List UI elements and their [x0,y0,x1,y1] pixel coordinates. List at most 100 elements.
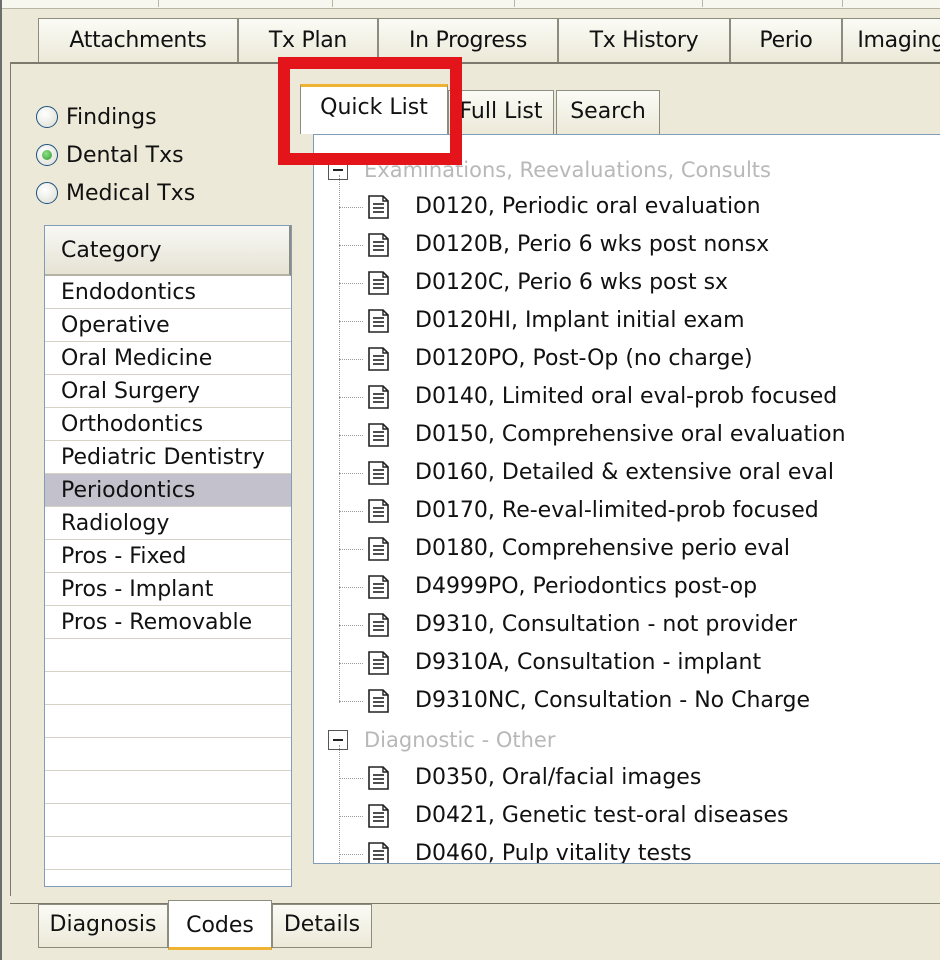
tree-item[interactable]: D9310NC, Consultation - No Charge [339,682,939,720]
tab-diagnosis[interactable]: Diagnosis [38,904,168,948]
tree-item[interactable]: D9310A, Consultation - implant [339,644,939,682]
top-tab-bar: Attachments Tx Plan In Progress Tx Histo… [20,18,940,62]
category-list[interactable]: Category Endodontics Operative Oral Medi… [44,225,292,887]
tree-connector [339,854,363,855]
empty-row [45,705,291,738]
tree-item[interactable]: D0150, Comprehensive oral evaluation [339,416,939,454]
tree-connector [339,625,363,626]
tab-search[interactable]: Search [556,90,660,134]
document-icon [365,841,391,863]
tree-item[interactable]: D0120B, Perio 6 wks post nonsx [339,226,939,264]
radio-circle-icon [36,106,58,128]
tree-item-label: D0120HI, Implant initial exam [415,308,745,333]
category-item-pros-implant[interactable]: Pros - Implant [45,573,291,606]
radio-label: Medical Txs [66,180,196,206]
category-header[interactable]: Category [45,226,291,276]
tree-item-label: D0120C, Perio 6 wks post sx [415,270,729,295]
tree-item-label: D0180, Comprehensive perio eval [415,536,791,561]
tree-item-label: D0120, Periodic oral evaluation [415,194,761,219]
empty-row [45,738,291,771]
tree-item-label: D4999PO, Periodontics post-op [415,574,758,599]
document-icon [365,346,391,372]
empty-row [45,771,291,804]
tree-item[interactable]: D0460, Pulp vitality tests [339,835,939,864]
tree-item[interactable]: D0350, Oral/facial images [339,759,939,797]
radio-findings[interactable]: Findings [36,100,157,134]
tree-item-label: D0120B, Perio 6 wks post nonsx [415,232,770,257]
tree-item-label: D9310NC, Consultation - No Charge [415,688,811,713]
tree-item[interactable]: D0120PO, Post-Op (no charge) [339,340,939,378]
radio-medical-txs[interactable]: Medical Txs [36,176,195,210]
document-icon [365,460,391,486]
tree-connector [339,207,363,208]
tab-imaging[interactable]: Imaging [842,18,940,62]
tree-connector [339,701,363,702]
tree-item[interactable]: D0421, Genetic test-oral diseases [339,797,939,835]
collapse-icon[interactable] [328,730,348,750]
tree-item[interactable]: D0170, Re-eval-limited-prob focused [339,492,939,530]
procedure-tree[interactable]: Examinations, Reevaluations, Consults D0… [313,134,940,864]
empty-row [45,639,291,672]
document-icon [365,194,391,220]
tree-item-label: D0350, Oral/facial images [415,765,702,790]
category-item-endodontics[interactable]: Endodontics [45,276,291,309]
document-icon [365,536,391,562]
category-item-pediatric-dentistry[interactable]: Pediatric Dentistry [45,441,291,474]
tree-item-label: D0460, Pulp vitality tests [415,841,692,864]
empty-row [45,672,291,705]
tab-tx-history[interactable]: Tx History [558,18,730,62]
top-strip [2,0,940,9]
tree-item-label: D0160, Detailed & extensive oral eval [415,460,834,485]
tree-item[interactable]: D0120C, Perio 6 wks post sx [339,264,939,302]
tree-item-label: D0140, Limited oral eval-prob focused [415,384,838,409]
document-icon [365,422,391,448]
document-icon [365,384,391,410]
category-item-oral-medicine[interactable]: Oral Medicine [45,342,291,375]
tab-attachments[interactable]: Attachments [38,18,238,62]
tree-connector [339,283,363,284]
document-icon [365,803,391,829]
tab-in-progress[interactable]: In Progress [378,18,558,62]
category-item-pros-fixed[interactable]: Pros - Fixed [45,540,291,573]
tree-connector [339,397,363,398]
category-item-pros-removable[interactable]: Pros - Removable [45,606,291,639]
document-icon [365,270,391,296]
highlight-box [278,57,462,165]
document-icon [365,765,391,791]
tab-tx-plan[interactable]: Tx Plan [238,18,378,62]
tab-perio[interactable]: Perio [730,18,842,62]
radio-circle-icon [36,182,58,204]
tree-item[interactable]: D0140, Limited oral eval-prob focused [339,378,939,416]
radio-dental-txs[interactable]: Dental Txs [36,138,184,172]
tab-codes[interactable]: Codes [168,900,272,950]
tree-item[interactable]: D0120HI, Implant initial exam [339,302,939,340]
document-icon [365,688,391,714]
category-item-periodontics[interactable]: Periodontics [45,474,291,507]
tree-group-diagnostic-other[interactable]: Diagnostic - Other [328,725,555,755]
category-item-orthodontics[interactable]: Orthodontics [45,408,291,441]
tab-full-list[interactable]: Full List [448,90,554,134]
tree-connector [339,587,363,588]
tree-connector [339,816,363,817]
tree-item[interactable]: D9310, Consultation - not provider [339,606,939,644]
tree-item-label: D0421, Genetic test-oral diseases [415,803,789,828]
document-icon [365,232,391,258]
tree-item[interactable]: D0120, Periodic oral evaluation [339,188,939,226]
tree-connector [339,663,363,664]
document-icon [365,612,391,638]
radio-label: Findings [66,104,157,130]
category-item-operative[interactable]: Operative [45,309,291,342]
tree-item[interactable]: D0160, Detailed & extensive oral eval [339,454,939,492]
empty-row [45,837,291,870]
tree-connector [339,435,363,436]
tab-details[interactable]: Details [272,904,372,948]
tree-item[interactable]: D0180, Comprehensive perio eval [339,530,939,568]
tree-item-label: D9310A, Consultation - implant [415,650,762,675]
category-item-oral-surgery[interactable]: Oral Surgery [45,375,291,408]
category-item-radiology[interactable]: Radiology [45,507,291,540]
tree-item[interactable]: D4999PO, Periodontics post-op [339,568,939,606]
document-icon [365,574,391,600]
tree-connector [339,778,363,779]
radio-label: Dental Txs [66,142,184,168]
empty-row [45,804,291,837]
